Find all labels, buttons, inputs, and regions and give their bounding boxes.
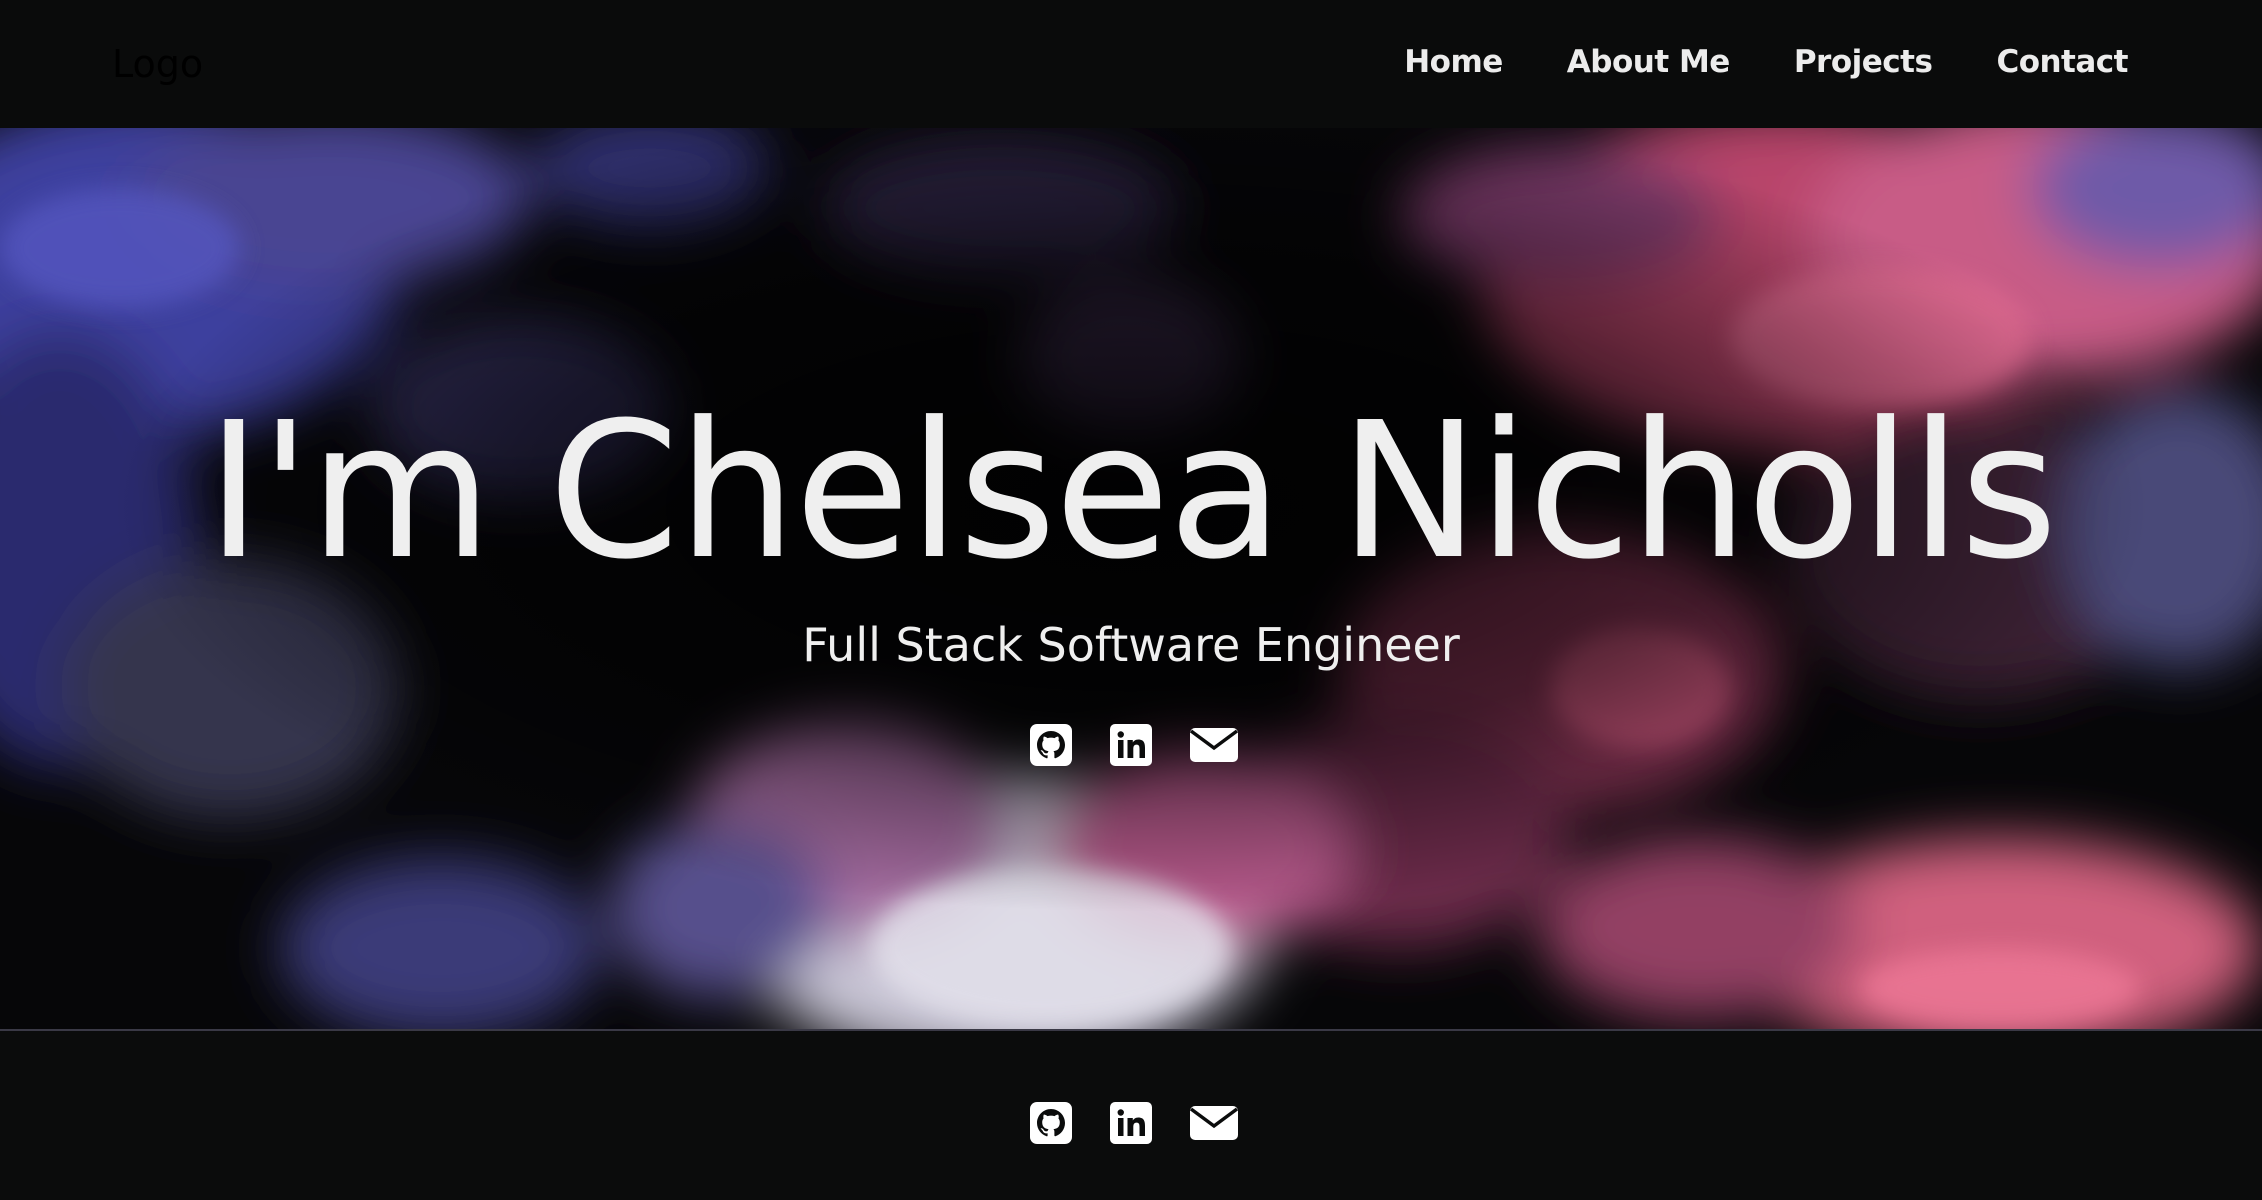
hero-content: I'm Chelsea Nicholls Full Stack Software… bbox=[0, 128, 2262, 1029]
hero-subtitle: Full Stack Software Engineer bbox=[802, 618, 1460, 672]
nav-link-contact[interactable]: Contact bbox=[1996, 44, 2128, 80]
hero-section: I'm Chelsea Nicholls Full Stack Software… bbox=[0, 128, 2262, 1029]
nav-link-projects[interactable]: Projects bbox=[1794, 44, 1933, 80]
logo[interactable]: Logo bbox=[112, 42, 203, 86]
footer-social-links bbox=[1030, 1102, 1238, 1144]
github-icon[interactable] bbox=[1030, 724, 1072, 766]
envelope-icon[interactable] bbox=[1190, 724, 1238, 766]
nav-link-about-me[interactable]: About Me bbox=[1567, 44, 1731, 80]
hero-social-links bbox=[1030, 724, 1238, 766]
envelope-icon[interactable] bbox=[1190, 1102, 1238, 1144]
navbar: Logo Home About Me Projects Contact bbox=[0, 0, 2262, 128]
github-icon[interactable] bbox=[1030, 1102, 1072, 1144]
nav-links: Home About Me Projects Contact bbox=[1404, 44, 2128, 80]
nav-link-home[interactable]: Home bbox=[1404, 44, 1503, 80]
linkedin-icon[interactable] bbox=[1110, 724, 1152, 766]
linkedin-icon[interactable] bbox=[1110, 1102, 1152, 1144]
hero-title: I'm Chelsea Nicholls bbox=[206, 382, 2058, 601]
footer bbox=[0, 1031, 2262, 1200]
